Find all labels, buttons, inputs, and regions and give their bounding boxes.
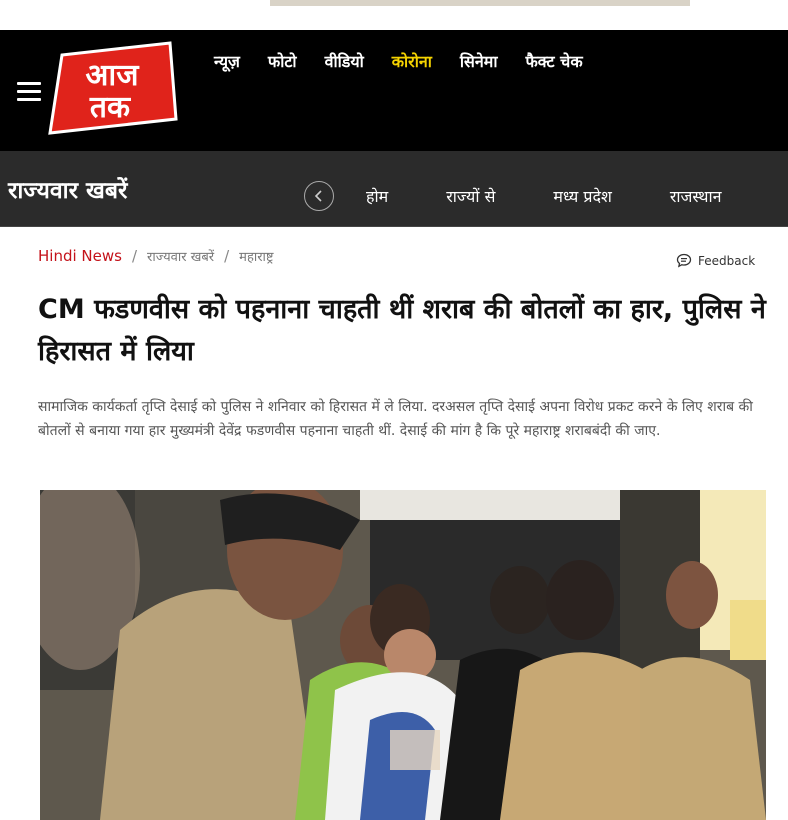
logo-line1: आज: [86, 58, 141, 93]
top-ad-strip: [0, 0, 788, 30]
subnav-item-rajasthan[interactable]: राजस्थान: [670, 185, 722, 207]
breadcrumb: Hindi News / राज्यवार खबरें / महाराष्ट्र: [38, 247, 274, 265]
site-header: आज तक न्यूज़ फोटो वीडियो कोरोना सिनेमा फ…: [0, 30, 788, 151]
nav-item-news[interactable]: न्यूज़: [214, 50, 240, 72]
chevron-left-icon[interactable]: [304, 181, 334, 211]
nav-item-video[interactable]: वीडियो: [325, 50, 364, 72]
article-headline: CM फडणवीस को पहनाना चाहती थीं शराब की बो…: [38, 294, 766, 367]
nav-item-cinema[interactable]: सिनेमा: [460, 50, 498, 72]
feedback-label: Feedback: [698, 253, 756, 268]
state-subnav: राज्यवार खबरें होम राज्यों से मध्य प्रदे…: [0, 151, 788, 227]
article-summary: सामाजिक कार्यकर्ता तृप्ति देसाई को पुलिस…: [38, 399, 753, 439]
breadcrumb-home[interactable]: Hindi News: [38, 247, 122, 265]
breadcrumb-separator: /: [224, 247, 230, 265]
nav-item-factcheck[interactable]: फैक्ट चेक: [525, 50, 582, 72]
breadcrumb-separator: /: [131, 247, 138, 265]
main-nav: न्यूज़ फोटो वीडियो कोरोना सिनेमा फैक्ट च…: [214, 50, 611, 72]
subnav-items: होम राज्यों से मध्य प्रदेश राजस्थान: [366, 185, 780, 207]
aajtak-logo[interactable]: आज तक: [48, 41, 178, 136]
subnav-item-home[interactable]: होम: [366, 185, 388, 207]
logo-line2: तक: [89, 90, 131, 125]
breadcrumb-section[interactable]: राज्यवार खबरें: [147, 247, 214, 265]
feedback-icon: [676, 253, 692, 268]
article-photo-illustration: [40, 490, 766, 820]
hamburger-icon[interactable]: [17, 82, 41, 102]
subnav-title: राज्यवार खबरें: [8, 178, 128, 204]
article-content: Hindi News / राज्यवार खबरें / महाराष्ट्र…: [0, 227, 788, 820]
feedback-button[interactable]: Feedback: [676, 253, 755, 268]
breadcrumb-state[interactable]: महाराष्ट्र: [239, 247, 273, 265]
nav-item-corona[interactable]: कोरोना: [392, 50, 432, 72]
subnav-item-states[interactable]: राज्यों से: [446, 185, 495, 207]
subnav-item-mp[interactable]: मध्य प्रदेश: [553, 185, 611, 207]
article-photo[interactable]: [40, 490, 766, 820]
ad-banner[interactable]: [270, 0, 690, 6]
nav-item-photo[interactable]: फोटो: [268, 50, 297, 72]
